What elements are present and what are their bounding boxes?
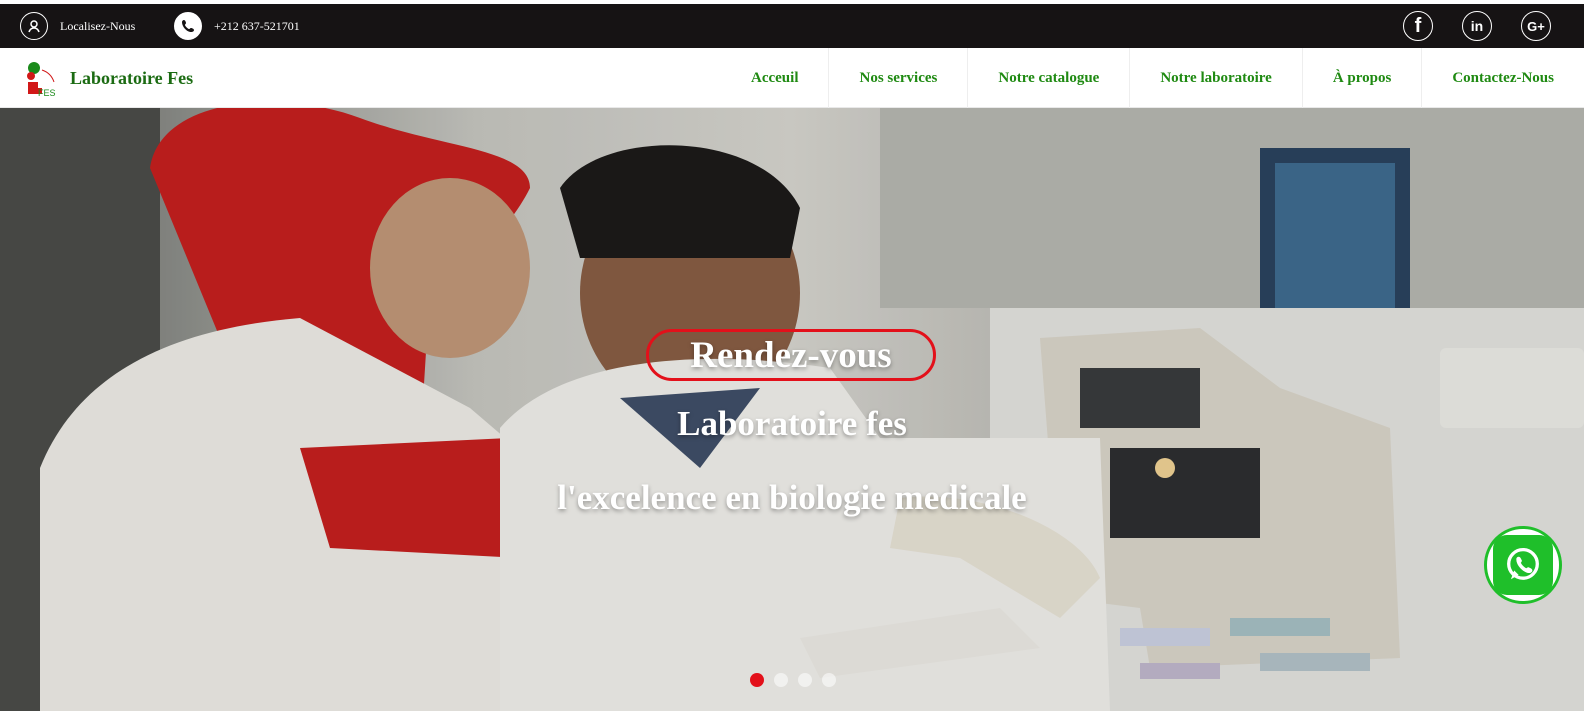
slider-dot[interactable] [774,673,788,687]
google-plus-icon[interactable]: G+ [1521,11,1551,41]
brand[interactable]: FES Laboratoire Fes [22,58,193,98]
nav-item-contact[interactable]: Contactez-Nous [1422,48,1566,108]
location-label: Localisez-Nous [60,18,136,33]
slider-dot[interactable] [798,673,812,687]
slider-dot[interactable] [822,673,836,687]
facebook-icon[interactable]: f [1403,11,1433,41]
linkedin-icon[interactable]: in [1462,11,1492,41]
nav-item-acceuil[interactable]: Acceuil [721,48,830,108]
hero-subtitle: l'excelence en biologie medicale [557,478,1027,517]
brand-name: Laboratoire Fes [70,67,194,88]
location-link[interactable]: Localisez-Nous [20,12,135,40]
nav-menu: Acceuil Nos services Notre catalogue Not… [721,48,1566,108]
hero-title: Laboratoire fes [677,404,907,443]
nav-item-laboratoire[interactable]: Notre laboratoire [1130,48,1303,108]
phone-number: +212 637-521701 [214,18,300,33]
logo-text: FES [38,88,56,98]
top-bar: Localisez-Nous +212 637-521701 f in G+ [0,4,1584,48]
phone-link[interactable]: +212 637-521701 [174,12,300,40]
appointment-button[interactable]: Rendez-vous [646,329,936,381]
nav-item-catalogue[interactable]: Notre catalogue [968,48,1131,108]
nav-item-a-propos[interactable]: À propos [1303,48,1423,108]
phone-icon [174,12,202,40]
whatsapp-button[interactable] [1484,526,1562,604]
hero-slider: Rendez-vous Laboratoire fes l'excelence … [0,108,1584,711]
slider-dot[interactable] [750,673,764,687]
slider-pagination [750,673,836,687]
lab-logo-icon: FES [27,62,56,98]
whatsapp-icon [1493,535,1553,595]
main-navbar: FES Laboratoire Fes Acceuil Nos services… [0,48,1584,108]
nav-item-services[interactable]: Nos services [829,48,969,108]
location-pin-icon [20,12,48,40]
